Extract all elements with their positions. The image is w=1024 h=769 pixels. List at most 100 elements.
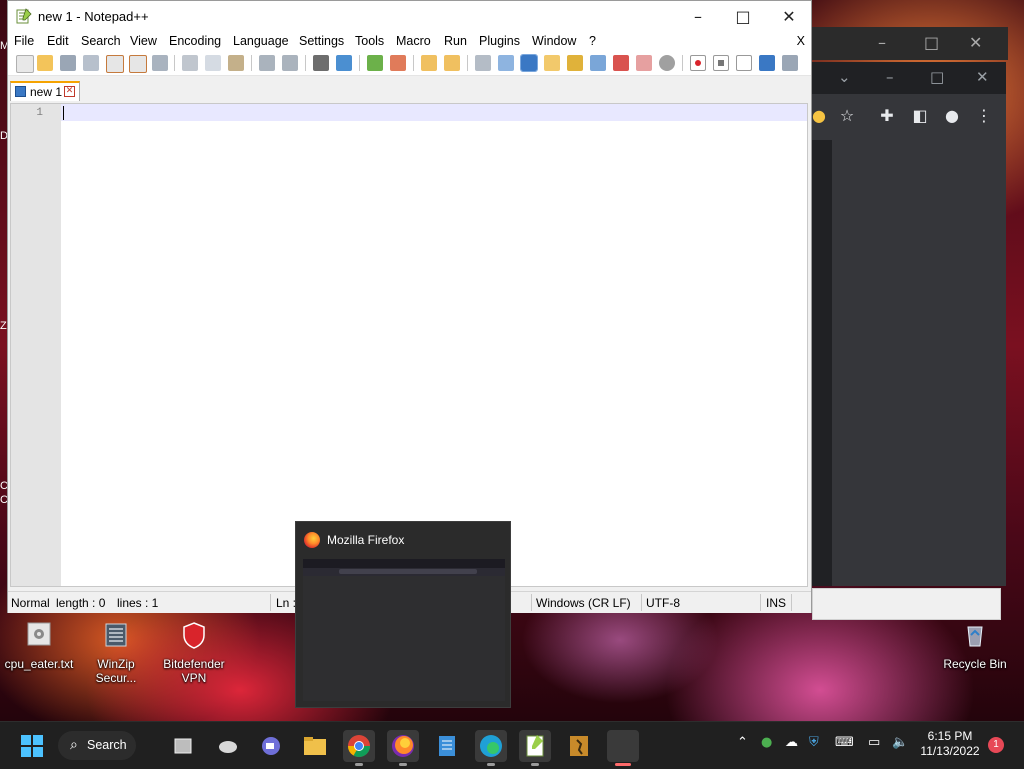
minimize-icon[interactable]: – (886, 68, 894, 86)
user-language-icon[interactable] (544, 55, 560, 71)
record-macro-icon[interactable] (690, 55, 706, 71)
play-macro-icon[interactable] (736, 55, 752, 71)
open-folder-icon[interactable] (37, 55, 53, 71)
network-icon[interactable]: ▭ (868, 735, 880, 750)
editor-area[interactable]: 1 (10, 103, 808, 587)
save-all-icon[interactable] (83, 55, 99, 71)
chevron-up-icon[interactable]: ⌃ (737, 735, 748, 750)
menu-run[interactable]: Run (444, 34, 467, 48)
maximize-icon[interactable]: □ (930, 68, 944, 86)
game-taskbar-button[interactable] (563, 730, 595, 762)
menu-window[interactable]: Window (532, 34, 576, 48)
show-all-characters-icon[interactable] (498, 55, 514, 71)
undo-icon[interactable] (259, 55, 275, 71)
menu-macro[interactable]: Macro (396, 34, 431, 48)
zoom-in-icon[interactable] (367, 55, 383, 71)
file-explorer-button[interactable] (299, 730, 331, 762)
print-icon[interactable] (152, 55, 168, 71)
minimize-icon[interactable]: – (878, 33, 886, 52)
notepad-taskbar-button[interactable] (431, 730, 463, 762)
chrome-window[interactable]: ⌄ – □ ✕ ● ☆ ✚ ◧ ● ⋮ (812, 62, 1006, 586)
menu-bar: File Edit Search View Encoding Language … (8, 32, 811, 51)
status-eol[interactable]: Windows (CR LF) (536, 596, 631, 610)
active-window-taskbar-button[interactable] (607, 730, 639, 766)
menu-plugins[interactable]: Plugins (479, 34, 520, 48)
chrome-taskbar-button[interactable] (343, 730, 375, 766)
keyboard-icon[interactable]: ⌨ (835, 735, 854, 750)
chrome-titlebar[interactable]: ⌄ – □ ✕ (812, 62, 1006, 94)
sync-horizontal-icon[interactable] (444, 55, 460, 71)
menu-edit[interactable]: Edit (47, 34, 69, 48)
new-file-icon[interactable] (16, 55, 34, 73)
paste-icon[interactable] (228, 55, 244, 71)
close-icon[interactable]: ✕ (969, 33, 982, 52)
status-encoding[interactable]: UTF-8 (646, 596, 680, 610)
save-icon[interactable] (60, 55, 76, 71)
function-list-icon[interactable] (567, 55, 583, 71)
sidebar-icon[interactable]: ◧ (910, 106, 930, 126)
chevron-down-icon[interactable]: ⌄ (838, 68, 851, 86)
utorrent-icon[interactable]: ● (761, 735, 772, 750)
menu-language[interactable]: Language (233, 34, 289, 48)
indent-guide-icon[interactable] (520, 54, 538, 72)
star-icon[interactable]: ☆ (837, 106, 857, 126)
title-bar[interactable]: new 1 - Notepad++ – □ ✕ (8, 1, 811, 32)
menu-encoding[interactable]: Encoding (169, 34, 221, 48)
maximize-icon[interactable]: □ (721, 4, 765, 30)
security-shield-icon[interactable]: ⛨ (809, 735, 819, 750)
close-icon[interactable]: ✕ (976, 68, 989, 86)
find-icon[interactable] (313, 55, 329, 71)
menu-help[interactable]: ? (589, 34, 596, 48)
zoom-out-icon[interactable] (390, 55, 406, 71)
taskbar-search-button[interactable]: ⌕ Search (58, 731, 136, 760)
cut-icon[interactable] (182, 55, 198, 71)
firefox-taskbar-button[interactable] (387, 730, 419, 766)
close-file-icon[interactable] (106, 55, 124, 73)
menu-search[interactable]: Search (81, 34, 121, 48)
notepadpp-taskbar-button[interactable] (519, 730, 551, 766)
sync-vertical-icon[interactable] (421, 55, 437, 71)
monitoring-icon[interactable] (636, 55, 652, 71)
extensions-icon[interactable]: ✚ (877, 106, 897, 126)
cloud-icon[interactable]: ☁ (785, 735, 798, 750)
plugin-icon[interactable] (659, 55, 675, 71)
document-map-icon[interactable] (590, 55, 606, 71)
minimize-icon[interactable]: – (676, 4, 720, 30)
teams-chat-button[interactable] (255, 730, 287, 762)
tab-new-1[interactable]: new 1 ✕ (10, 81, 80, 101)
redo-icon[interactable] (282, 55, 298, 71)
menu-file[interactable]: File (14, 34, 34, 48)
menu-tools[interactable]: Tools (355, 34, 384, 48)
folder-as-workspace-icon[interactable] (613, 55, 629, 71)
preview-thumbnail[interactable] (303, 559, 505, 701)
close-icon[interactable]: ✕ (767, 4, 811, 30)
desktop-icon-cpu-eater[interactable]: cpu_eater.txt (2, 620, 76, 671)
menu-view[interactable]: View (130, 34, 157, 48)
firefox-taskbar-preview[interactable]: Mozilla Firefox (295, 521, 511, 708)
desktop-icon-bitdefender[interactable]: Bitdefender VPN (158, 620, 230, 685)
desktop-icon-winzip[interactable]: WinZip Secur... (86, 620, 146, 685)
more-menu-icon[interactable]: ⋮ (974, 106, 994, 126)
close-tab-icon[interactable]: ✕ (64, 86, 75, 97)
close-all-icon[interactable] (129, 55, 147, 73)
replace-icon[interactable] (336, 55, 352, 71)
copy-icon[interactable] (205, 55, 221, 71)
stop-macro-icon[interactable] (713, 55, 729, 71)
run-macro-multiple-icon[interactable] (759, 55, 775, 71)
profile-icon[interactable]: ● (942, 106, 962, 126)
volume-icon[interactable]: 🔈 (892, 735, 908, 750)
save-macro-icon[interactable] (782, 55, 798, 71)
start-button[interactable] (16, 730, 48, 762)
desktop-icon-recycle-bin[interactable]: Recycle Bin (940, 620, 1010, 671)
word-wrap-icon[interactable] (475, 55, 491, 71)
maximize-icon[interactable]: □ (924, 33, 939, 52)
widgets-button[interactable] (212, 730, 244, 762)
edge-taskbar-button[interactable] (475, 730, 507, 766)
close-document-button[interactable]: X (797, 34, 805, 48)
background-window[interactable]: – □ ✕ (812, 27, 1008, 60)
task-view-button[interactable] (167, 730, 199, 762)
notepad-icon (439, 736, 455, 756)
system-clock[interactable]: 6:15 PM 11/13/2022 (915, 729, 985, 759)
notification-badge[interactable]: 1 (988, 737, 1004, 753)
menu-settings[interactable]: Settings (299, 34, 344, 48)
